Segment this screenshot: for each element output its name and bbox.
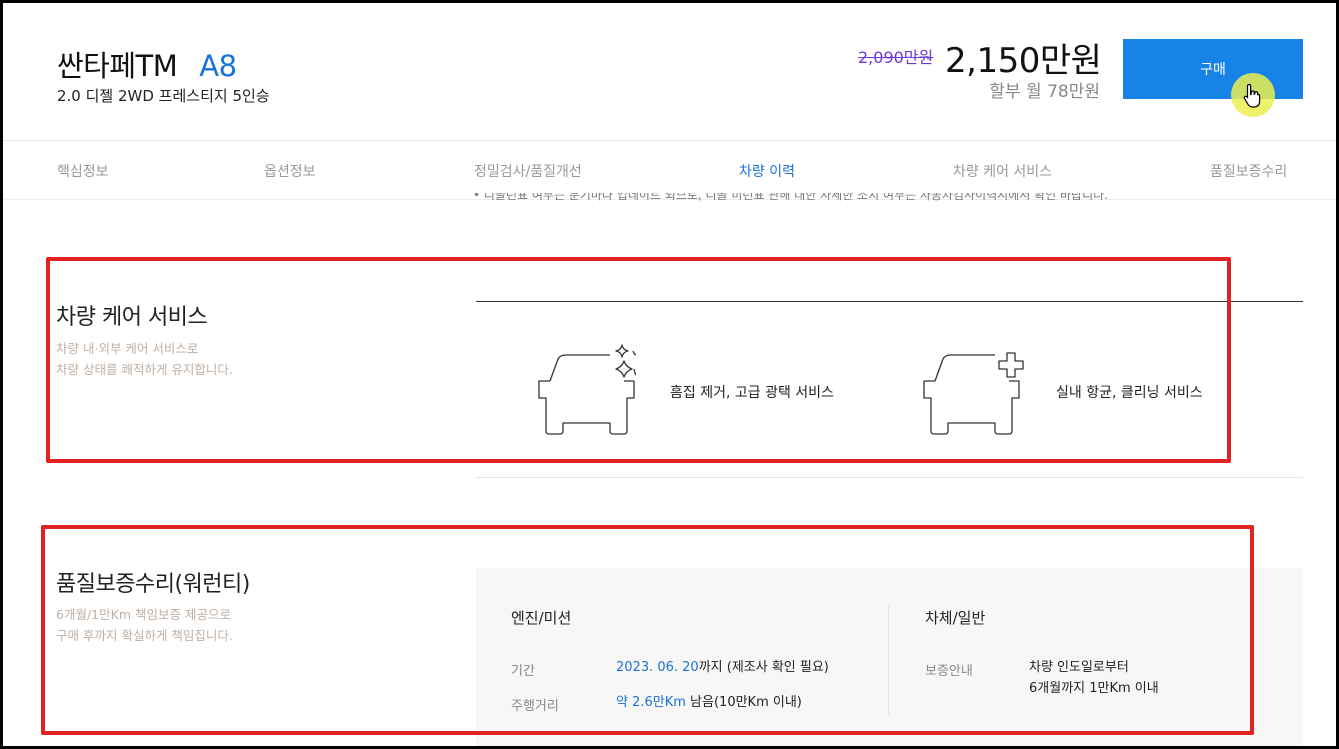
vehicle-title: 싼타페TM A8 <box>57 43 237 85</box>
tab-options[interactable]: 옵션정보 <box>264 161 316 181</box>
hand-cursor-icon <box>1243 83 1261 108</box>
tab-care-service[interactable]: 차량 케어 서비스 <box>953 161 1052 181</box>
section-divider <box>476 477 1303 478</box>
care-highlight-box <box>46 257 1231 463</box>
vehicle-model: 싼타페TM <box>57 49 178 83</box>
warranty-highlight-box <box>41 525 1254 735</box>
vehicle-grade: A8 <box>199 49 237 83</box>
buy-button[interactable]: 구매 <box>1123 39 1303 99</box>
tab-inspection[interactable]: 정밀검사/품질개선 <box>474 161 582 181</box>
tab-warranty[interactable]: 품질보증수리 <box>1210 161 1287 181</box>
original-price: 2,090만원 <box>858 48 934 67</box>
page: 싼타페TM A8 2.0 디젤 2WD 프레스티지 5인승 2,090만원 2,1… <box>3 3 1336 746</box>
section-tabs: 핵심정보 옵션정보 정밀검사/품질개선 차량 이력 차량 케어 서비스 품질보증… <box>3 140 1336 200</box>
monthly-installment: 할부 월 78만원 <box>989 82 1100 102</box>
tab-core-info[interactable]: 핵심정보 <box>57 161 109 181</box>
tab-history[interactable]: 차량 이력 <box>739 161 795 181</box>
vehicle-trim: 2.0 디젤 2WD 프레스티지 5인승 <box>57 87 270 105</box>
history-note: • 디골런표 여부는 분기마다 업데이트 되므로, 디골 미런표 관해 대한 자… <box>473 193 1108 202</box>
sale-price: 2,150만원 <box>945 41 1102 81</box>
